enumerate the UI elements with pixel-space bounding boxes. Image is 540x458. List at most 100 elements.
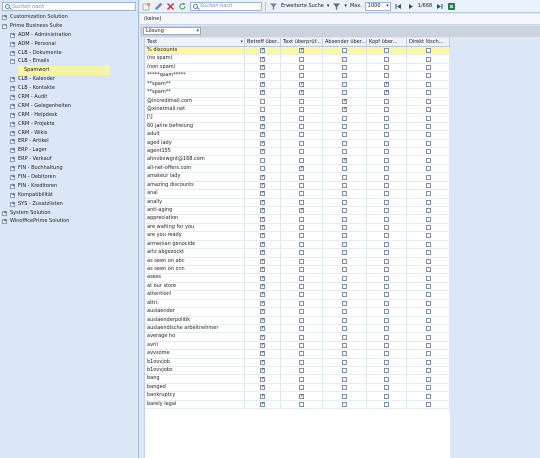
- spamword-text-cell[interactable]: artz abgezockt: [145, 249, 245, 257]
- checked-checkbox[interactable]: ✓: [260, 233, 265, 239]
- grouping-select[interactable]: Lösung: [143, 27, 201, 35]
- unchecked-checkbox[interactable]: [342, 199, 347, 205]
- tree-node[interactable]: + FIN - Buchhaltung: [0, 164, 139, 173]
- checked-checkbox[interactable]: ✓: [260, 250, 265, 256]
- spamword-text-cell[interactable]: barely legal: [145, 400, 245, 409]
- unchecked-checkbox[interactable]: [384, 326, 389, 332]
- unchecked-checkbox[interactable]: [299, 317, 304, 323]
- tree-node[interactable]: − Prime Business Suite: [0, 22, 139, 31]
- table-row[interactable]: auslaendische arbeitnehmer ✓: [145, 324, 450, 334]
- checked-checkbox[interactable]: ✓: [260, 191, 265, 197]
- expand-icon[interactable]: +: [10, 148, 15, 154]
- unchecked-checkbox[interactable]: [425, 124, 431, 129]
- column-header[interactable]: Kopf über...: [367, 38, 407, 46]
- tree-node[interactable]: + CRM - Gelegenheiten: [0, 102, 139, 111]
- unchecked-checkbox[interactable]: [425, 250, 431, 256]
- tree-node[interactable]: Spamwort: [18, 66, 110, 76]
- unchecked-checkbox[interactable]: [299, 65, 304, 71]
- unchecked-checkbox[interactable]: [299, 300, 304, 306]
- checked-checkbox[interactable]: ✓: [260, 393, 265, 399]
- max-records-select[interactable]: 1000: [364, 1, 391, 11]
- unchecked-checkbox[interactable]: [299, 292, 304, 298]
- spamword-text-cell[interactable]: @incredimail.com: [145, 97, 245, 105]
- table-row[interactable]: average ho ✓: [145, 333, 450, 342]
- tree-node[interactable]: + ADM - Personal: [0, 40, 139, 49]
- tree-node[interactable]: + CRM - Audit: [0, 93, 139, 102]
- checked-checkbox[interactable]: ✓: [260, 81, 265, 87]
- unchecked-checkbox[interactable]: [299, 233, 304, 239]
- checked-checkbox[interactable]: ✓: [299, 166, 304, 172]
- spamword-text-cell[interactable]: are you ready: [145, 232, 245, 240]
- unchecked-checkbox[interactable]: [299, 351, 304, 357]
- unchecked-checkbox[interactable]: [342, 250, 347, 256]
- spamword-text-cell[interactable]: ahnvbvwgnt@168.com: [145, 156, 245, 164]
- checked-checkbox[interactable]: ✓: [260, 334, 265, 340]
- unchecked-checkbox[interactable]: [299, 334, 304, 340]
- column-header[interactable]: Absender über...: [323, 38, 367, 46]
- unchecked-checkbox[interactable]: [384, 292, 389, 298]
- column-header[interactable]: Direkt lösch...: [407, 38, 450, 46]
- unchecked-checkbox[interactable]: [260, 107, 265, 113]
- table-row[interactable]: % discounts ✓ ✓: [145, 47, 450, 56]
- unchecked-checkbox[interactable]: [342, 233, 347, 239]
- spamword-text-cell[interactable]: are waiting for you: [145, 223, 245, 232]
- spamword-text-cell[interactable]: b1ovvjobs: [145, 367, 245, 375]
- expand-icon[interactable]: +: [10, 139, 15, 145]
- expand-icon[interactable]: +: [10, 166, 15, 172]
- unchecked-checkbox[interactable]: [384, 359, 389, 365]
- unchecked-checkbox[interactable]: [425, 368, 431, 374]
- unchecked-checkbox[interactable]: [425, 140, 431, 146]
- unchecked-checkbox[interactable]: [342, 81, 347, 87]
- unchecked-checkbox[interactable]: [384, 342, 389, 348]
- unchecked-checkbox[interactable]: [342, 275, 347, 281]
- spamword-text-cell[interactable]: bankruptcy: [145, 392, 245, 400]
- unchecked-checkbox[interactable]: [425, 115, 431, 121]
- unchecked-checkbox[interactable]: [299, 140, 304, 146]
- unchecked-checkbox[interactable]: [425, 351, 431, 357]
- spamword-text-cell[interactable]: armenian genocide: [145, 240, 245, 249]
- unchecked-checkbox[interactable]: [299, 385, 304, 391]
- spamword-text-cell[interactable]: adult: [145, 131, 245, 139]
- table-row[interactable]: amateur lady ✓: [145, 173, 450, 182]
- checked-checkbox[interactable]: ✓: [260, 284, 265, 290]
- unchecked-checkbox[interactable]: [342, 342, 347, 348]
- unchecked-checkbox[interactable]: [342, 267, 347, 273]
- unchecked-checkbox[interactable]: [425, 48, 431, 54]
- unchecked-checkbox[interactable]: [384, 250, 389, 256]
- checked-checkbox[interactable]: ✓: [260, 208, 265, 214]
- expand-icon[interactable]: +: [10, 94, 15, 100]
- table-row[interactable]: auslaenderpolitik ✓: [145, 316, 450, 325]
- unchecked-checkbox[interactable]: [384, 191, 389, 197]
- unchecked-checkbox[interactable]: [299, 401, 304, 407]
- unchecked-checkbox[interactable]: [342, 334, 347, 340]
- unchecked-checkbox[interactable]: [299, 132, 304, 138]
- checked-checkbox[interactable]: ✓: [384, 90, 389, 96]
- unchecked-checkbox[interactable]: [342, 73, 347, 79]
- unchecked-checkbox[interactable]: [425, 73, 431, 79]
- checked-checkbox[interactable]: ✓: [299, 48, 304, 54]
- unchecked-checkbox[interactable]: [384, 376, 389, 382]
- expand-icon[interactable]: +: [2, 14, 7, 20]
- tree-node[interactable]: + Kompatibilität: [0, 191, 139, 200]
- unchecked-checkbox[interactable]: [425, 166, 431, 172]
- checked-checkbox[interactable]: ✓: [260, 149, 265, 155]
- unchecked-checkbox[interactable]: [384, 385, 389, 391]
- unchecked-checkbox[interactable]: [425, 199, 431, 205]
- table-row[interactable]: all-net-offers.com ✓: [145, 164, 450, 174]
- unchecked-checkbox[interactable]: [299, 191, 304, 197]
- tree-node[interactable]: + CLB - Dokumente: [0, 49, 139, 58]
- checked-checkbox[interactable]: ✓: [260, 275, 265, 281]
- table-row[interactable]: avril ✓: [145, 341, 450, 351]
- column-header[interactable]: Betreff über...: [245, 38, 281, 46]
- checked-checkbox[interactable]: ✓: [260, 359, 265, 365]
- unchecked-checkbox[interactable]: [425, 132, 431, 138]
- unchecked-checkbox[interactable]: [384, 199, 389, 205]
- checked-checkbox[interactable]: ✓: [260, 115, 265, 121]
- checked-checkbox[interactable]: ✓: [260, 73, 265, 79]
- checked-checkbox[interactable]: ✓: [260, 56, 265, 62]
- table-row[interactable]: 60 jahre befreiung ✓: [145, 122, 450, 132]
- unchecked-checkbox[interactable]: [425, 174, 431, 180]
- table-row[interactable]: attention! ✓: [145, 291, 450, 300]
- tree-node[interactable]: + CRM - Wikis: [0, 129, 139, 138]
- unchecked-checkbox[interactable]: [299, 124, 304, 129]
